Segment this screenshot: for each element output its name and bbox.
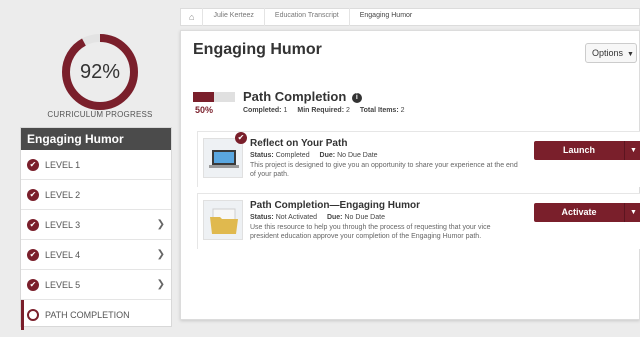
check-circle-icon: ✔ [27,278,39,291]
progress-percent: 92% [79,61,121,83]
sidebar-item-level-1[interactable]: ✔ LEVEL 1 [21,150,171,180]
completed-value: 1 [283,107,288,114]
options-button[interactable]: Options ▼ [585,43,637,63]
page-title: Engaging Humor [193,41,322,58]
path-completion-percent: 50% [195,105,214,115]
caret-down-icon: ▼ [625,51,634,58]
empty-circle-icon [27,309,39,321]
info-icon[interactable]: i [351,92,362,103]
list-item: ✔ Reflect on Your Path Status: Completed … [197,131,640,187]
sidebar-item-label: LEVEL 1 [45,159,81,170]
due-value: No Due Date [337,152,378,159]
item-title[interactable]: Reflect on Your Path [250,138,347,149]
completed-label: Completed: [243,107,282,114]
caret-down-icon[interactable]: ▼ [624,141,640,160]
due-value: No Due Date [344,214,385,221]
sidebar-item-level-3[interactable]: ✔ LEVEL 3 ❯ [21,210,171,240]
breadcrumb-current: Engaging Humor [348,8,423,26]
curriculum-progress-label: CURRICULUM PROGRESS [47,110,153,119]
sidebar-item-level-5[interactable]: ✔ LEVEL 5 ❯ [21,270,171,300]
item-description: This project is designed to give you an … [250,162,518,178]
path-completion-progress-bar [193,92,235,102]
folder-icon [203,200,243,240]
min-required-label: Min Required: [297,107,345,114]
launch-button-label: Launch [562,145,595,155]
list-item: Path Completion—Engaging Humor Status: No… [197,193,640,249]
check-circle-icon: ✔ [27,248,39,261]
item-meta: Status: Completed Due: No Due Date [250,152,386,159]
home-icon[interactable]: ⌂ [181,12,202,22]
sidebar-item-label: LEVEL 4 [45,249,81,260]
status-label: Status: [250,152,274,159]
curriculum-progress-ring: 92% [60,32,140,112]
activate-button-label: Activate [561,207,597,217]
folder-icon-graphic [210,208,238,234]
path-completion-title: Path Completion i [243,89,362,104]
sidebar-item-path-completion[interactable]: PATH COMPLETION [21,300,171,330]
path-completion-progress-fill [193,92,214,102]
launch-button[interactable]: Launch ▼ [534,141,640,160]
caret-down-icon[interactable]: ▼ [624,203,640,222]
level-panel: Engaging Humor ✔ LEVEL 1 ✔ LEVEL 2 ✔ LEV… [20,127,172,330]
options-label: Options [592,48,624,58]
total-items-label: Total Items: [359,107,399,114]
chevron-right-icon[interactable]: ❯ [157,279,165,290]
status-value: Completed [275,152,310,159]
item-meta: Status: Not Activated Due: No Due Date [250,214,393,221]
laptop-icon [203,138,243,178]
sidebar-item-level-4[interactable]: ✔ LEVEL 4 ❯ [21,240,171,270]
check-circle-icon: ✔ [235,132,247,144]
path-completion-stats: Completed: 1 Min Required: 2 Total Items: 2 [243,107,413,114]
due-label: Due: [319,152,336,159]
breadcrumb-item[interactable]: Education Transcript [263,8,349,26]
status-label: Status: [250,214,274,221]
sidebar: 92% CURRICULUM PROGRESS Engaging Humor ✔… [0,0,180,337]
activate-button[interactable]: Activate ▼ [534,203,640,222]
check-circle-icon: ✔ [27,188,39,201]
breadcrumb-item[interactable]: Julie Kerteez [202,8,263,26]
sidebar-item-label: PATH COMPLETION [45,310,130,320]
sidebar-item-label: LEVEL 2 [45,189,81,200]
main-card: Engaging Humor Options ▼ 50% Path Comple… [180,30,640,320]
breadcrumb: ⌂ Julie Kerteez Education Transcript Eng… [180,8,640,26]
item-title[interactable]: Path Completion—Engaging Humor [250,200,420,211]
total-items-value: 2 [400,107,405,114]
min-required-value: 2 [346,107,350,114]
sidebar-item-label: LEVEL 3 [45,219,81,230]
sidebar-item-label: LEVEL 5 [45,279,81,290]
check-circle-icon: ✔ [27,158,39,171]
chevron-right-icon[interactable]: ❯ [157,249,165,260]
status-value: Not Activated [275,214,317,221]
sidebar-item-level-2[interactable]: ✔ LEVEL 2 [21,180,171,210]
level-panel-heading: Engaging Humor [21,128,171,150]
item-description: Use this resource to help you through th… [250,224,491,240]
check-circle-icon: ✔ [27,218,39,231]
due-label: Due: [326,214,343,221]
path-completion-title-text: Path Completion [243,89,347,104]
laptop-icon-graphic [209,150,239,168]
chevron-right-icon[interactable]: ❯ [157,219,165,230]
